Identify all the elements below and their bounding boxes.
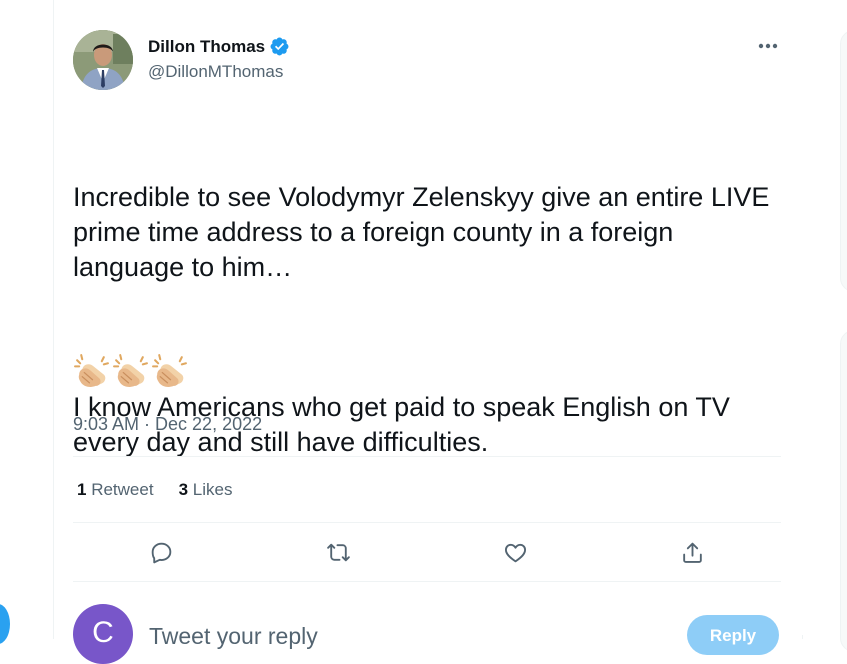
author-avatar[interactable] xyxy=(73,30,133,90)
divider xyxy=(73,522,781,523)
divider xyxy=(73,456,781,457)
share-icon xyxy=(682,542,702,563)
tweet-paragraph: Incredible to see Volodymyr Zelenskyy gi… xyxy=(73,182,777,282)
author-handle[interactable]: @DillonMThomas xyxy=(148,62,283,82)
compose-button-edge[interactable] xyxy=(0,604,10,644)
author-photo xyxy=(73,30,133,90)
author-name[interactable]: Dillon Thomas xyxy=(148,37,265,57)
retweet-button[interactable] xyxy=(323,537,353,567)
retweets-stat[interactable]: 1 Retweet xyxy=(77,480,154,500)
share-button[interactable] xyxy=(677,537,707,567)
clapping-hands-icon xyxy=(113,354,148,387)
left-gutter xyxy=(0,0,53,644)
likes-label: Likes xyxy=(192,480,233,499)
tweet-text: Incredible to see Volodymyr Zelenskyy gi… xyxy=(73,110,788,495)
reply-input[interactable] xyxy=(149,621,649,651)
likes-count: 3 xyxy=(178,480,189,499)
sidebar-card xyxy=(840,330,847,652)
clapping-hands-icon xyxy=(152,354,187,387)
author-name-row[interactable]: Dillon Thomas xyxy=(148,36,290,57)
clapping-hands-icon xyxy=(74,354,109,387)
retweet-icon xyxy=(326,543,350,561)
reply-submit-button[interactable]: Reply xyxy=(687,615,779,655)
reply-icon xyxy=(151,542,171,563)
like-icon xyxy=(504,543,526,562)
current-user-avatar[interactable]: C xyxy=(73,604,133,664)
likes-stat[interactable]: 3 Likes xyxy=(179,480,233,500)
reply-button[interactable] xyxy=(146,537,176,567)
sidebar-card xyxy=(840,30,847,292)
more-options-icon[interactable] xyxy=(752,34,784,58)
tweet-timestamp[interactable]: 9:03 AM · Dec 22, 2022 xyxy=(73,413,262,435)
tweet-stats: 1 Retweet 3 Likes xyxy=(77,480,257,500)
divider xyxy=(73,581,781,582)
retweets-label: Retweet xyxy=(91,480,154,499)
like-button[interactable] xyxy=(500,537,530,567)
retweets-count: 1 xyxy=(77,480,87,499)
right-sidebar xyxy=(802,0,847,652)
verified-badge-icon xyxy=(270,37,289,56)
emoji-row xyxy=(73,352,188,389)
